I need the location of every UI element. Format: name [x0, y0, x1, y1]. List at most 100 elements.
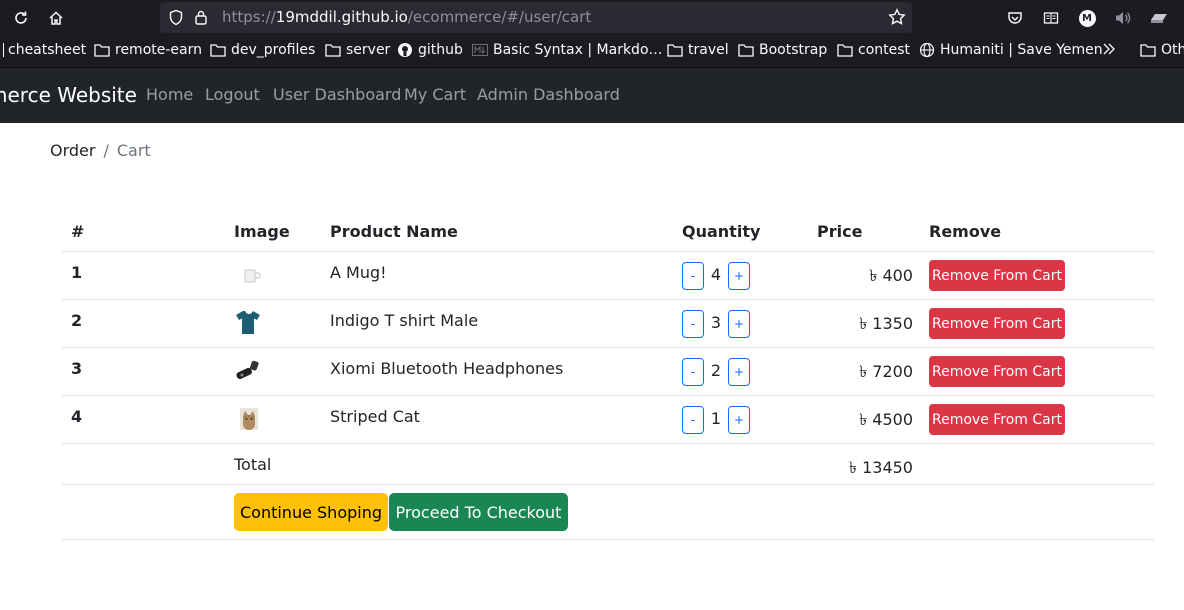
globe-icon [919, 42, 935, 58]
nav-link-admin-dashboard[interactable]: Admin Dashboard [477, 85, 620, 104]
navbar: merce Website Home Logout User Dashboard… [0, 68, 1184, 123]
browser-toolbar: https://19mddil.github.io/ecommerce/#/us… [0, 0, 1184, 36]
folder-icon [0, 43, 4, 57]
remove-from-cart-button[interactable]: Remove From Cart [929, 260, 1065, 291]
nav-link-home[interactable]: Home [146, 85, 193, 104]
url-host: 19mddil.github.io [275, 8, 408, 26]
row-index: 1 [71, 263, 83, 282]
quantity-decrease-button[interactable]: - [682, 262, 704, 290]
speaker-icon[interactable] [1112, 7, 1134, 29]
star-icon[interactable] [888, 8, 906, 30]
table-row: 1 A Mug! - 4 + ৳ 400 Remove From Cart [62, 252, 1154, 300]
bookmark-server[interactable]: server [325, 42, 390, 58]
bookmark-github[interactable]: github [397, 42, 463, 58]
breadcrumb: Order / Cart [50, 141, 151, 160]
quantity-value: 4 [710, 265, 722, 284]
row-index: 4 [71, 407, 83, 426]
mug-image [244, 269, 261, 283]
product-name: A Mug! [330, 263, 387, 282]
product-price: ৳ 7200 [859, 362, 913, 381]
total-label: Total [234, 455, 272, 474]
remove-from-cart-button[interactable]: Remove From Cart [929, 356, 1065, 387]
col-header-image: Image [234, 222, 290, 241]
github-icon [398, 43, 412, 57]
bookmarks-overflow-chevron-icon[interactable] [1101, 42, 1117, 56]
bookmark-label: Humaniti | Save Yemen [940, 42, 1103, 58]
bookmark-travel[interactable]: travel [667, 42, 729, 58]
remove-from-cart-button[interactable]: Remove From Cart [929, 308, 1065, 339]
folder-icon [325, 44, 341, 57]
total-value: ৳ 13450 [849, 458, 913, 477]
quantity-increase-button[interactable]: + [728, 406, 750, 434]
pocket-icon[interactable] [1004, 7, 1026, 29]
folder-icon [1140, 44, 1156, 57]
remove-from-cart-button[interactable]: Remove From Cart [929, 404, 1065, 435]
shield-icon[interactable] [168, 9, 184, 30]
lock-icon[interactable] [194, 9, 208, 30]
bookmarks-bar: cheatsheet remote-earn dev_profiles serv… [0, 36, 1184, 68]
bookmark-label: server [346, 42, 391, 58]
url-path: /ecommerce/#/user/cart [407, 8, 592, 26]
breadcrumb-cart: Cart [116, 141, 151, 160]
quantity-increase-button[interactable]: + [728, 310, 750, 338]
bookmark-label: dev_profiles [231, 42, 316, 58]
nav-link-my-cart[interactable]: My Cart [404, 85, 466, 104]
row-index: 2 [71, 311, 83, 330]
bookmark-bootstrap[interactable]: Bootstrap [738, 42, 827, 58]
breadcrumb-separator: / [103, 141, 109, 160]
tshirt-image [236, 311, 260, 334]
markdown-icon [472, 44, 488, 56]
row-index: 3 [71, 359, 83, 378]
breadcrumb-order[interactable]: Order [50, 141, 95, 160]
folder-icon [94, 44, 110, 57]
col-header-quantity: Quantity [682, 222, 761, 241]
quantity-decrease-button[interactable]: - [682, 358, 704, 386]
quantity-value: 2 [710, 361, 722, 380]
col-header-index: # [71, 222, 85, 241]
extension-icon[interactable] [1148, 7, 1170, 29]
bookmark-markdown[interactable]: Basic Syntax | Markdo… [472, 42, 663, 58]
brand-link[interactable]: merce Website [0, 83, 137, 107]
col-header-remove: Remove [929, 222, 1002, 241]
bookmark-label: travel [688, 42, 729, 58]
url-text[interactable]: https://19mddil.github.io/ecommerce/#/us… [222, 8, 591, 26]
reader-view-icon[interactable] [1040, 7, 1062, 29]
folder-icon [837, 44, 853, 57]
bookmark-remote-earn[interactable]: remote-earn [94, 42, 202, 58]
home-icon[interactable] [45, 7, 67, 29]
reload-icon[interactable] [10, 7, 32, 29]
quantity-increase-button[interactable]: + [728, 262, 750, 290]
continue-shopping-button[interactable]: Continue Shoping [234, 493, 388, 531]
bookmark-contest[interactable]: contest [837, 42, 910, 58]
nav-link-logout[interactable]: Logout [205, 85, 260, 104]
folder-icon [210, 44, 226, 57]
product-price: ৳ 400 [869, 266, 913, 285]
table-row: 3 Xiomi Bluetooth Headphones - 2 + ৳ 720… [62, 348, 1154, 396]
quantity-value: 1 [710, 409, 722, 428]
table-row: 2 Indigo T shirt Male - 3 + ৳ 1350 Remov… [62, 300, 1154, 348]
url-bar[interactable]: https://19mddil.github.io/ecommerce/#/us… [160, 2, 912, 33]
headphones-image [236, 360, 259, 380]
quantity-increase-button[interactable]: + [728, 358, 750, 386]
folder-icon [667, 44, 683, 57]
bookmark-label: cheatsheet [8, 42, 87, 58]
bookmark-dev-profiles[interactable]: dev_profiles [210, 42, 315, 58]
cat-image [240, 408, 258, 430]
quantity-decrease-button[interactable]: - [682, 310, 704, 338]
quantity-decrease-button[interactable]: - [682, 406, 704, 434]
folder-icon [738, 44, 754, 57]
table-header: # Image Product Name Quantity Price Remo… [62, 210, 1154, 252]
bookmark-humaniti[interactable]: Humaniti | Save Yemen [919, 42, 1103, 58]
nav-link-user-dashboard[interactable]: User Dashboard [273, 85, 401, 104]
product-name: Indigo T shirt Male [330, 311, 479, 330]
avatar-initial: M [1078, 9, 1096, 27]
bookmark-cheatsheet[interactable]: cheatsheet [0, 42, 86, 58]
bookmark-other[interactable]: Oth [1140, 42, 1184, 58]
product-price: ৳ 4500 [859, 410, 913, 429]
product-name: Striped Cat [330, 407, 420, 426]
product-price: ৳ 1350 [859, 314, 913, 333]
proceed-to-checkout-button[interactable]: Proceed To Checkout [389, 493, 568, 531]
actions-row: Continue Shoping Proceed To Checkout [62, 485, 1154, 540]
url-prefix: https:// [222, 8, 276, 26]
account-avatar[interactable]: M [1076, 7, 1098, 29]
